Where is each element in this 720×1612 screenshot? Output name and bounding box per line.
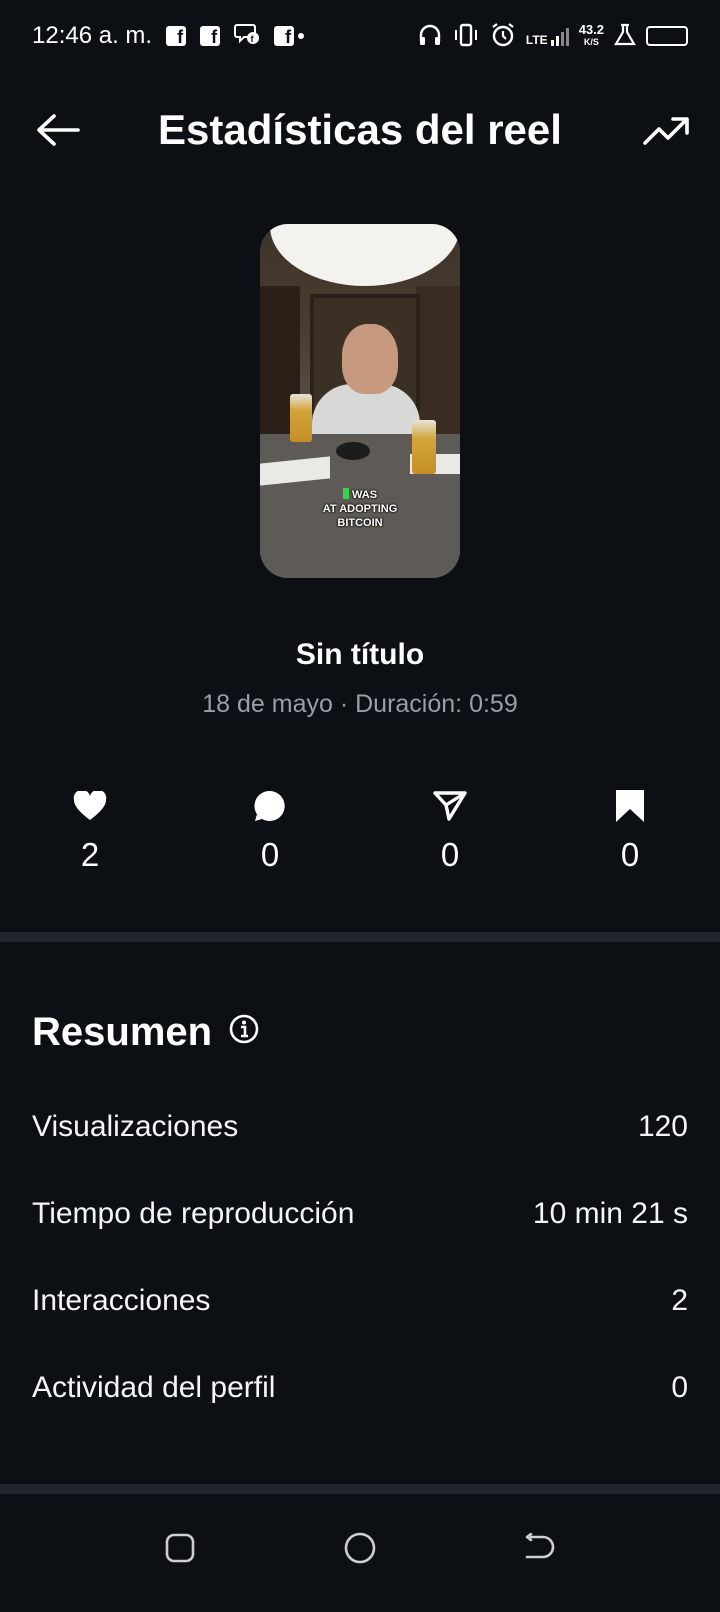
speed-unit: K/S — [583, 37, 599, 47]
speed-value: 43.2 — [578, 22, 604, 37]
recent-apps-button[interactable] — [160, 1528, 200, 1568]
shares-count: 0 — [440, 836, 460, 873]
send-icon — [433, 791, 467, 821]
summary-row-profile-activity[interactable]: Actividad del perfil 0 — [32, 1371, 688, 1405]
battery-icon: 79 — [646, 26, 688, 46]
summary-row-label: Actividad del perfil — [32, 1371, 276, 1404]
summary-row-watch-time[interactable]: Tiempo de reproducción 10 min 21 s — [32, 1197, 688, 1231]
alarm-icon — [490, 22, 516, 51]
caption-line: BITCOIN — [337, 517, 383, 529]
thumbnail-glass — [412, 420, 436, 474]
summary-row-views[interactable]: Visualizaciones 120 — [32, 1110, 688, 1144]
caption-line: WAS — [351, 489, 378, 501]
header: Estadísticas del reel — [0, 90, 720, 170]
thumbnail-caption: WAS AT ADOPTING BITCOIN — [260, 488, 460, 530]
comments-count: 0 — [260, 836, 280, 873]
caption-highlight — [342, 488, 349, 499]
square-icon — [165, 1533, 195, 1563]
signal-icon: LTE — [526, 26, 569, 46]
messenger-notification-icon: f — [234, 21, 260, 52]
thumbnail-glass — [290, 394, 312, 442]
thumbnail-person-head — [342, 324, 398, 394]
summary-row-label: Tiempo de reproducción — [32, 1197, 355, 1230]
trending-up-icon — [643, 117, 689, 145]
status-right: LTE 43.2 K/S 79 — [418, 22, 688, 51]
vibrate-icon — [452, 23, 480, 50]
engagement-stats: 2 0 0 0 — [0, 786, 720, 886]
back-nav-button[interactable] — [520, 1528, 560, 1568]
section-divider — [0, 932, 720, 942]
thumbnail-speaker — [336, 442, 370, 460]
facebook-notification-icon: f — [274, 26, 295, 47]
flask-icon — [614, 23, 636, 50]
battery-level: 79 — [670, 28, 686, 44]
shares-stat: 0 — [410, 786, 490, 874]
back-button[interactable] — [32, 104, 84, 156]
status-time: 12:46 a. m. — [32, 22, 153, 49]
status-bar: 12:46 a. m. f f f f LTE 43.2 K/S 79 — [0, 0, 720, 72]
summary-row-value: 0 — [671, 1371, 688, 1404]
thumbnail-lamp — [270, 224, 460, 286]
summary-row-label: Visualizaciones — [32, 1110, 239, 1143]
more-notifications-dot — [298, 33, 305, 39]
facebook-notification-icon: f — [200, 26, 221, 47]
summary-header: Resumen — [32, 1010, 260, 1055]
facebook-notification-icon: f — [166, 26, 187, 47]
home-button[interactable] — [340, 1528, 380, 1568]
comments-stat: 0 — [230, 786, 310, 874]
summary-row-value: 10 min 21 s — [532, 1197, 688, 1230]
back-arrow-icon — [525, 1533, 555, 1559]
comment-icon — [254, 790, 285, 821]
summary-row-value: 120 — [637, 1110, 688, 1143]
summary-row-value: 2 — [671, 1284, 688, 1317]
heart-icon — [73, 791, 107, 820]
saves-stat: 0 — [590, 786, 670, 874]
section-divider — [0, 1484, 720, 1494]
bookmark-icon — [616, 790, 644, 822]
headphones-icon — [418, 23, 442, 50]
network-speed: 43.2 K/S — [578, 22, 604, 48]
summary-row-interactions[interactable]: Interacciones 2 — [32, 1284, 688, 1318]
trending-button[interactable] — [640, 104, 692, 156]
summary-title: Resumen — [32, 1010, 213, 1054]
likes-count: 2 — [80, 836, 100, 873]
summary-row-label: Interacciones — [32, 1284, 211, 1317]
network-type: LTE — [525, 33, 548, 47]
circle-icon — [344, 1532, 376, 1564]
arrow-left-icon — [37, 114, 80, 146]
caption-line: AT ADOPTING — [322, 503, 398, 515]
reel-date-duration: 18 de mayo · Duración: 0:59 — [202, 690, 518, 718]
saves-count: 0 — [620, 836, 640, 873]
system-nav-bar — [0, 1500, 720, 1612]
reel-thumbnail[interactable]: WAS AT ADOPTING BITCOIN — [260, 224, 460, 578]
status-left: 12:46 a. m. f f f f — [32, 21, 305, 52]
page-title: Estadísticas del reel — [158, 106, 562, 153]
reel-title: Sin título — [295, 638, 425, 671]
likes-stat: 2 — [50, 786, 130, 874]
info-icon[interactable] — [228, 1010, 260, 1055]
